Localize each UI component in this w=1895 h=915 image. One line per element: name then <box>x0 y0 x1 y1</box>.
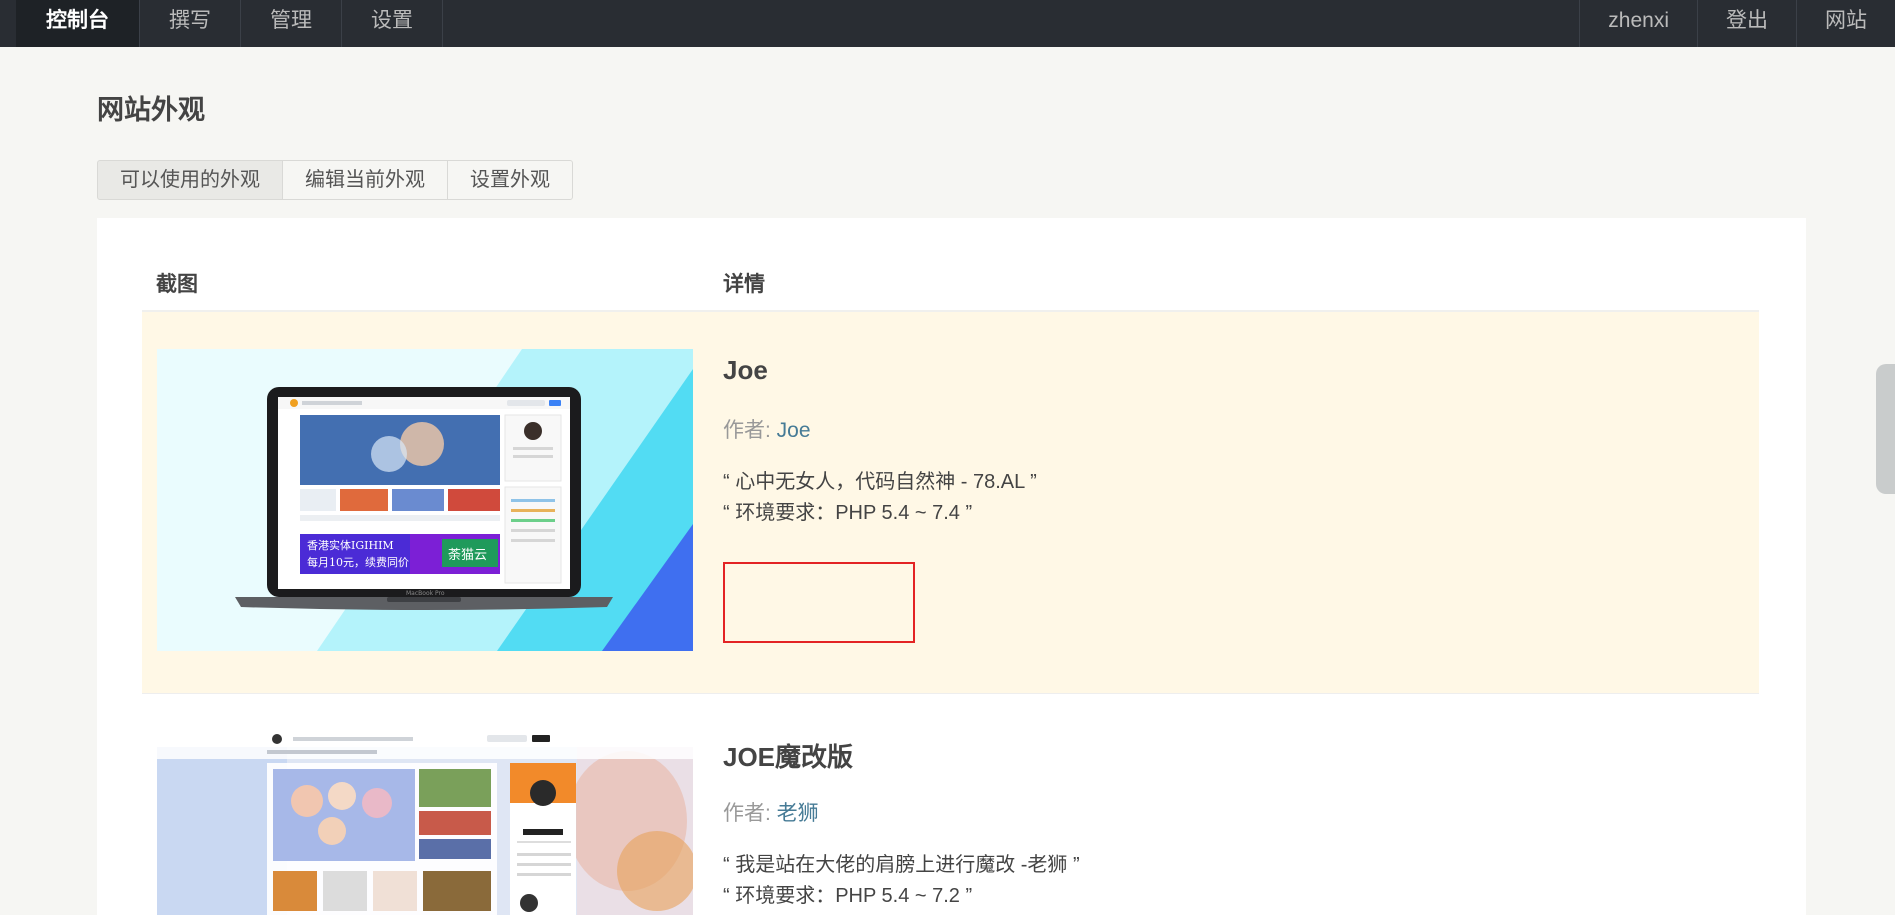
svg-text:香港实体IGIHIM: 香港实体IGIHIM <box>307 538 394 552</box>
theme-author: 作者: 老狮 <box>723 797 819 827</box>
theme-requirement: “ 环境要求：PHP 5.4 ~ 7.4 ” <box>723 502 973 524</box>
theme-name[interactable]: Joe <box>723 355 768 386</box>
page-title: 网站外观 <box>97 95 205 125</box>
theme-quote: “ 心中无女人，代码自然神 - 78.AL ” <box>723 471 1037 493</box>
svg-text:荼猫云: 荼猫云 <box>448 548 487 563</box>
joe-preview-image: 香港实体IGIHIM 每月10元，续费同价 荼猫云 MacBook Pro <box>157 349 693 651</box>
nav-website[interactable]: 网站 <box>1796 0 1895 47</box>
theme-screenshot-joe[interactable]: 香港实体IGIHIM 每月10元，续费同价 荼猫云 MacBook Pro <box>157 349 693 651</box>
joe-mod-preview-image <box>157 731 693 915</box>
tab-theme-settings[interactable]: 设置外观 <box>447 160 573 200</box>
tab-edit-current-theme[interactable]: 编辑当前外观 <box>282 160 448 200</box>
nav-dashboard[interactable]: 控制台 <box>16 0 140 47</box>
themes-table: 截图 详情 香港实体IGIHIM 每月10元，续费同价 荼猫云 MacBook … <box>97 218 1806 915</box>
column-header-details: 详情 <box>723 273 765 296</box>
top-navbar: 控制台 撰写 管理 设置 zhenxi 登出 网站 <box>0 0 1895 47</box>
column-header-screenshot: 截图 <box>156 273 198 296</box>
nav-logout[interactable]: 登出 <box>1697 0 1796 47</box>
theme-requirement: “ 环境要求：PHP 5.4 ~ 7.2 ” <box>723 885 973 907</box>
theme-name[interactable]: JOE魔改版 <box>723 737 853 774</box>
theme-screenshot-joe-mod[interactable] <box>157 731 693 915</box>
theme-description: “ 心中无女人，代码自然神 - 78.AL ” “ 环境要求：PHP 5.4 ~… <box>723 467 1037 529</box>
author-label: 作者: <box>723 802 777 825</box>
nav-left: 控制台 撰写 管理 设置 <box>16 0 443 47</box>
highlight-box <box>723 562 915 643</box>
tab-available-themes[interactable]: 可以使用的外观 <box>97 160 283 200</box>
nav-right: zhenxi 登出 网站 <box>1579 0 1895 47</box>
nav-write[interactable]: 撰写 <box>140 0 241 47</box>
author-link[interactable]: Joe <box>777 419 811 442</box>
theme-tabs: 可以使用的外观 编辑当前外观 设置外观 <box>97 160 573 200</box>
author-link[interactable]: 老狮 <box>777 802 819 825</box>
svg-text:每月10元，续费同价: 每月10元，续费同价 <box>307 555 409 569</box>
theme-quote: “ 我是站在大佬的肩膀上进行魔改 -老狮 ” <box>723 854 1080 876</box>
nav-settings[interactable]: 设置 <box>342 0 443 47</box>
theme-description: “ 我是站在大佬的肩膀上进行魔改 -老狮 ” “ 环境要求：PHP 5.4 ~ … <box>723 850 1080 912</box>
author-label: 作者: <box>723 419 777 442</box>
nav-user[interactable]: zhenxi <box>1579 0 1697 47</box>
floating-side-widget[interactable] <box>1876 364 1895 494</box>
svg-text:MacBook Pro: MacBook Pro <box>406 590 445 597</box>
nav-manage[interactable]: 管理 <box>241 0 342 47</box>
theme-author: 作者: Joe <box>723 414 811 444</box>
